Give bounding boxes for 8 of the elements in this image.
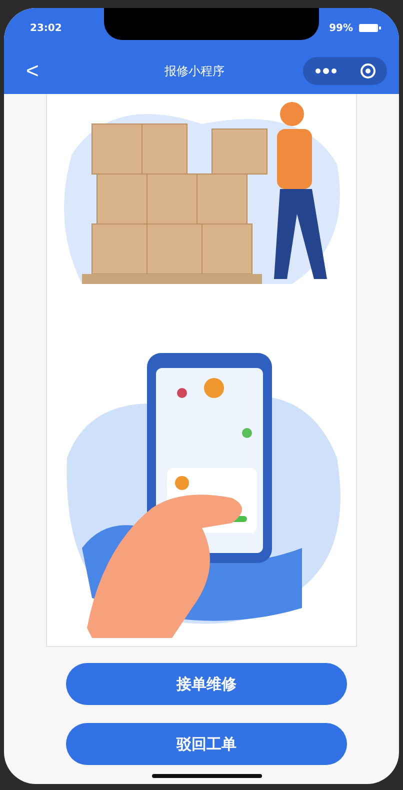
back-button[interactable]: < — [26, 58, 86, 84]
battery-percent: 99% — [329, 22, 353, 34]
status-time: 23:02 — [30, 22, 62, 34]
action-button[interactable]: 接单维修 — [66, 663, 347, 705]
page-title: 报修小程序 — [164, 62, 224, 80]
action-button[interactable]: 驳回工单 — [66, 723, 347, 765]
more-icon[interactable] — [314, 68, 336, 74]
battery-icon — [359, 23, 381, 33]
